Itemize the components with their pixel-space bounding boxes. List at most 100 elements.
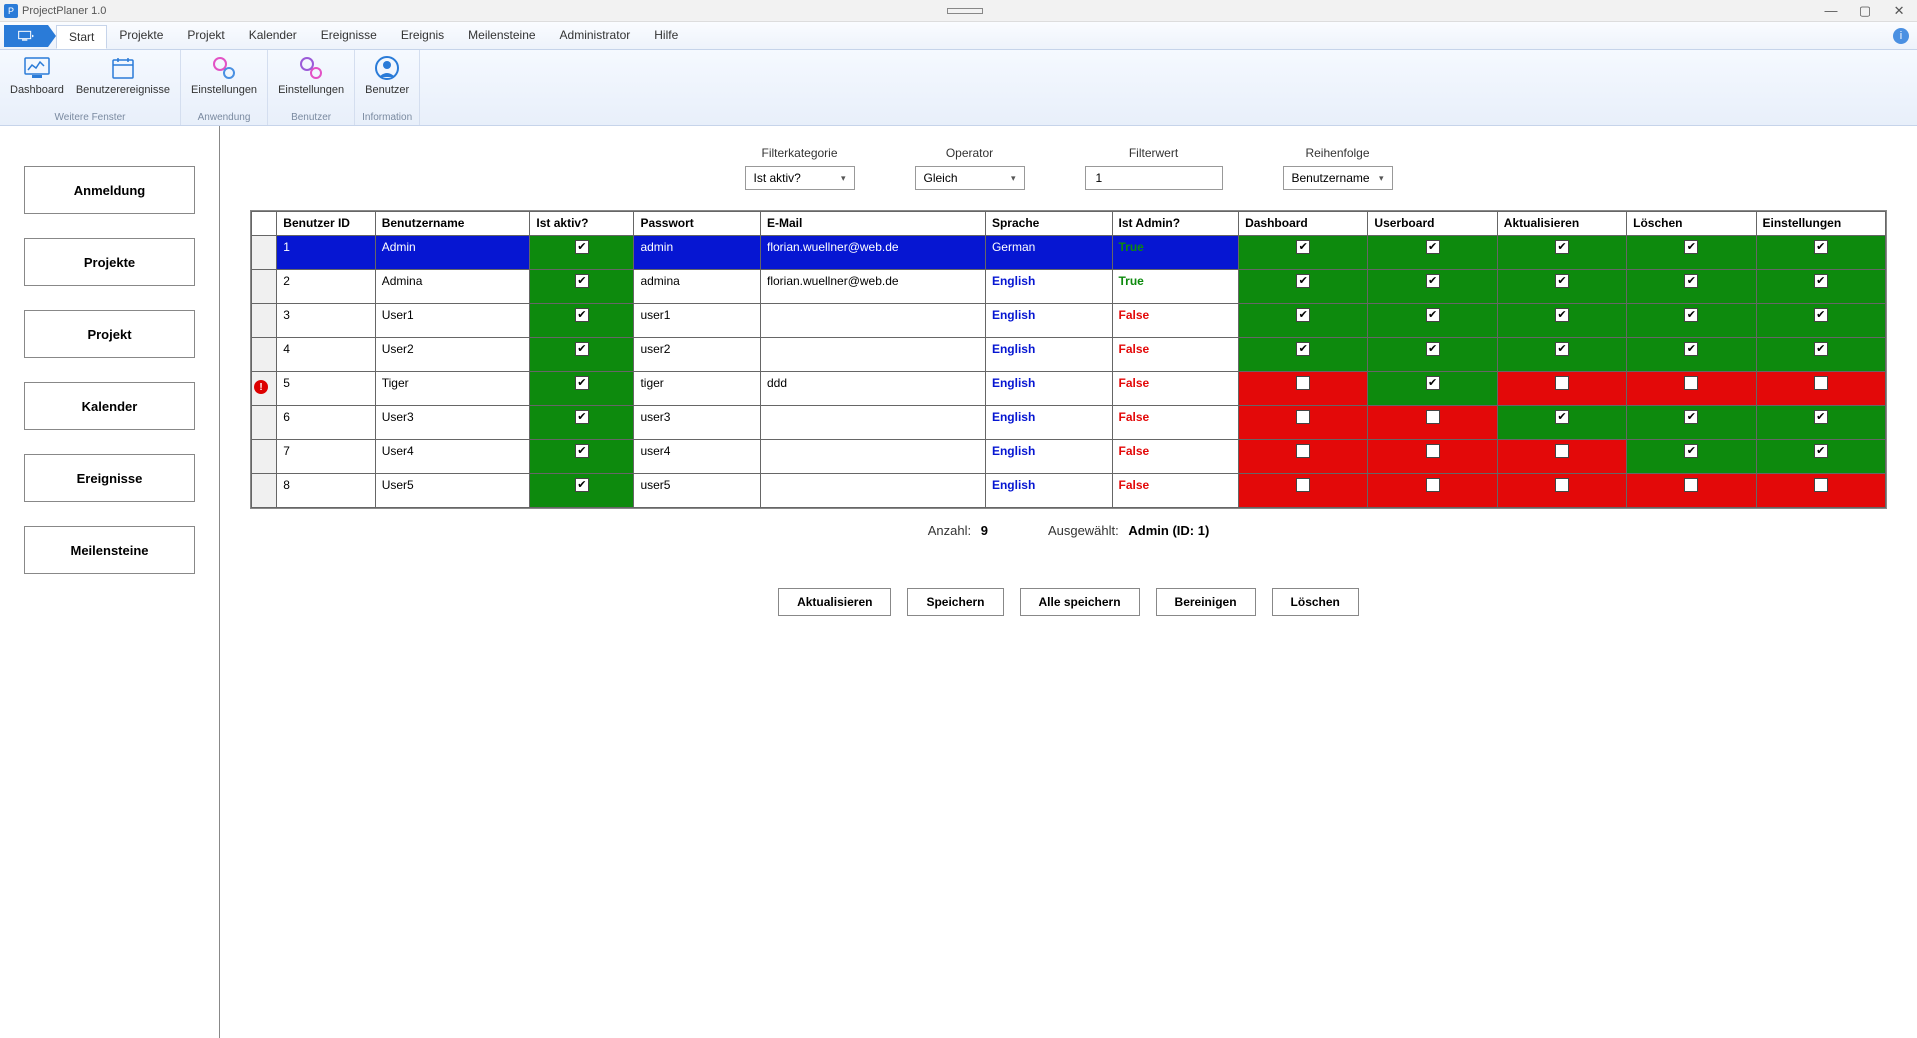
grid-cell[interactable]: ddd: [760, 372, 985, 406]
maximize-button[interactable]: ▢: [1857, 3, 1873, 19]
grid-cell-checkbox[interactable]: [1497, 236, 1626, 270]
minimize-button[interactable]: —: [1823, 3, 1839, 19]
grid-cell[interactable]: User4: [375, 440, 530, 474]
grid-cell-checkbox[interactable]: [1497, 338, 1626, 372]
filter-category-select[interactable]: Ist aktiv? ▾: [745, 166, 855, 190]
saveall-button[interactable]: Alle speichern: [1020, 588, 1140, 616]
ribbon-dashboard[interactable]: Dashboard: [10, 54, 64, 96]
sidebar-item-projects[interactable]: Projekte: [24, 238, 195, 286]
filter-operator-select[interactable]: Gleich ▾: [915, 166, 1025, 190]
grid-cell[interactable]: German: [985, 236, 1112, 270]
grid-cell-checkbox[interactable]: [1497, 406, 1626, 440]
row-header[interactable]: [252, 372, 277, 406]
help-icon[interactable]: i: [1893, 28, 1909, 44]
grid-cell-checkbox[interactable]: [1627, 474, 1756, 508]
grid-cell[interactable]: False: [1112, 406, 1239, 440]
grid-cell-checkbox[interactable]: [1497, 270, 1626, 304]
sidebar-item-milestones[interactable]: Meilensteine: [24, 526, 195, 574]
ribbon-settings-app[interactable]: Einstellungen: [191, 54, 257, 96]
save-button[interactable]: Speichern: [907, 588, 1003, 616]
grid-cell[interactable]: False: [1112, 372, 1239, 406]
menu-tab-administrator[interactable]: Administrator: [548, 24, 643, 48]
table-row[interactable]: 5TigertigerdddEnglishFalse: [252, 372, 1886, 406]
grid-cell-checkbox[interactable]: [1497, 372, 1626, 406]
grid-cell-checkbox[interactable]: [530, 338, 634, 372]
grid-cell-checkbox[interactable]: [1627, 372, 1756, 406]
table-row[interactable]: 3User1user1EnglishFalse: [252, 304, 1886, 338]
filter-value-field[interactable]: [1094, 170, 1214, 186]
grid-cell[interactable]: Admin: [375, 236, 530, 270]
grid-cell[interactable]: [760, 304, 985, 338]
grid-cell[interactable]: False: [1112, 474, 1239, 508]
sidebar-item-events[interactable]: Ereignisse: [24, 454, 195, 502]
row-header[interactable]: [252, 440, 277, 474]
grid-cell-checkbox[interactable]: [1368, 406, 1497, 440]
grid-cell[interactable]: 3: [277, 304, 375, 338]
table-row[interactable]: 1Adminadminflorian.wuellner@web.deGerman…: [252, 236, 1886, 270]
grid-cell[interactable]: English: [985, 474, 1112, 508]
grid-cell[interactable]: user3: [634, 406, 761, 440]
user-grid[interactable]: Benutzer IDBenutzernameIst aktiv?Passwor…: [250, 210, 1887, 509]
grid-cell-checkbox[interactable]: [530, 236, 634, 270]
menu-tab-projekt[interactable]: Projekt: [175, 24, 236, 48]
grid-cell-checkbox[interactable]: [1756, 440, 1886, 474]
grid-cell[interactable]: user2: [634, 338, 761, 372]
grid-cell[interactable]: User2: [375, 338, 530, 372]
grid-cell-checkbox[interactable]: [530, 270, 634, 304]
grid-cell[interactable]: admin: [634, 236, 761, 270]
grid-cell[interactable]: [760, 338, 985, 372]
grid-cell-checkbox[interactable]: [1497, 474, 1626, 508]
grid-header[interactable]: Dashboard: [1239, 212, 1368, 236]
grid-cell-checkbox[interactable]: [1497, 440, 1626, 474]
grid-cell-checkbox[interactable]: [1756, 406, 1886, 440]
sidebar-item-calendar[interactable]: Kalender: [24, 382, 195, 430]
grid-cell-checkbox[interactable]: [1627, 406, 1756, 440]
row-header[interactable]: [252, 338, 277, 372]
grid-cell[interactable]: [760, 440, 985, 474]
quick-access-button[interactable]: [4, 25, 48, 47]
table-row[interactable]: 6User3 user3 EnglishFalse: [252, 406, 1886, 440]
grid-cell[interactable]: admina: [634, 270, 761, 304]
grid-cell-checkbox[interactable]: [1368, 270, 1497, 304]
grid-cell-checkbox[interactable]: [1239, 372, 1368, 406]
cleanup-button[interactable]: Bereinigen: [1156, 588, 1256, 616]
grid-cell[interactable]: 8: [277, 474, 375, 508]
grid-cell[interactable]: English: [985, 440, 1112, 474]
grid-header[interactable]: Ist aktiv?: [530, 212, 634, 236]
grid-cell[interactable]: 6: [277, 406, 375, 440]
grid-cell-checkbox[interactable]: [530, 440, 634, 474]
table-row[interactable]: 7User4user4EnglishFalse: [252, 440, 1886, 474]
row-header[interactable]: [252, 406, 277, 440]
grid-cell-checkbox[interactable]: [1368, 372, 1497, 406]
grid-cell-checkbox[interactable]: [1756, 338, 1886, 372]
grid-cell[interactable]: User3: [375, 406, 530, 440]
grid-cell[interactable]: tiger: [634, 372, 761, 406]
grid-cell[interactable]: False: [1112, 338, 1239, 372]
grid-cell[interactable]: 7: [277, 440, 375, 474]
sidebar-item-project[interactable]: Projekt: [24, 310, 195, 358]
grid-header[interactable]: Benutzer ID: [277, 212, 375, 236]
menu-tab-hilfe[interactable]: Hilfe: [642, 24, 690, 48]
table-row[interactable]: 2Adminaadminaflorian.wuellner@web.deEngl…: [252, 270, 1886, 304]
ribbon-user-info[interactable]: Benutzer: [365, 54, 409, 96]
grid-cell[interactable]: English: [985, 372, 1112, 406]
filter-order-select[interactable]: Benutzername ▾: [1283, 166, 1393, 190]
grid-cell[interactable]: florian.wuellner@web.de: [760, 236, 985, 270]
grid-cell[interactable]: English: [985, 406, 1112, 440]
grid-cell[interactable]: English: [985, 338, 1112, 372]
menu-tab-ereignis[interactable]: Ereignis: [389, 24, 456, 48]
menu-tab-projekte[interactable]: Projekte: [107, 24, 175, 48]
grid-cell[interactable]: user4: [634, 440, 761, 474]
grid-cell[interactable]: English: [985, 270, 1112, 304]
grid-cell-checkbox[interactable]: [530, 474, 634, 508]
grid-cell-checkbox[interactable]: [1368, 474, 1497, 508]
grid-cell-checkbox[interactable]: [1627, 440, 1756, 474]
grid-cell-checkbox[interactable]: [1756, 304, 1886, 338]
grid-cell[interactable]: 2: [277, 270, 375, 304]
grid-cell-checkbox[interactable]: [1627, 270, 1756, 304]
grid-cell[interactable]: user1: [634, 304, 761, 338]
delete-button[interactable]: Löschen: [1272, 588, 1359, 616]
drag-handle-icon[interactable]: [947, 8, 983, 14]
menu-tab-meilensteine[interactable]: Meilensteine: [456, 24, 547, 48]
grid-header[interactable]: Benutzername: [375, 212, 530, 236]
